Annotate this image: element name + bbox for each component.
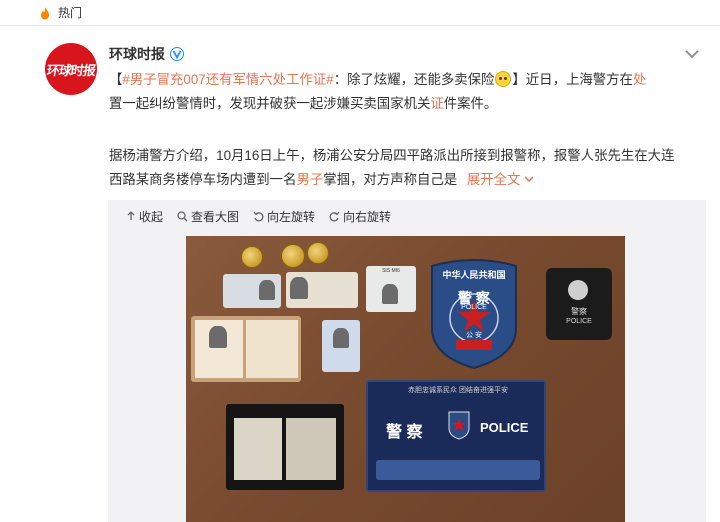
- rotate-left-button[interactable]: 向左旋转: [253, 208, 315, 225]
- hot-label: 热门: [58, 6, 83, 20]
- post-text: 西路某商务楼停车场内遭到一名: [109, 172, 297, 187]
- rotate-right-button[interactable]: 向右旋转: [329, 208, 391, 225]
- work-certificate: [191, 316, 301, 382]
- police-wallet: 警察 POLICE: [546, 268, 612, 340]
- verified-v-icon: [170, 47, 184, 61]
- chevron-down-icon: [524, 176, 534, 183]
- post-text: 据杨浦警方介绍，10月16日上午，杨浦公安分局四平路派出所接到报警称，报警人张先…: [109, 148, 675, 163]
- post-text: ：除了炫耀，还能多卖保险: [333, 72, 495, 87]
- badge-coin-1: [241, 246, 263, 268]
- mi6-card-text: SIS MI6: [382, 268, 400, 274]
- collapse-button[interactable]: 收起: [126, 208, 163, 225]
- keyword-highlight: 男子: [296, 172, 324, 187]
- police-plate: 赤胆忠诚系民众 团结奋进强平安 警 察 POLICE: [366, 380, 546, 492]
- fire-icon: [41, 6, 49, 19]
- rotate-right-icon: [329, 211, 340, 221]
- media-panel: 收起 查看大图 向左旋转 向右旋转 SIS MI6 中华人民共和国 警 察 PO…: [108, 200, 706, 522]
- post-text: 】近日，上海警方在: [512, 72, 633, 87]
- rotate-right-label: 向右旋转: [343, 209, 392, 224]
- seized-documents-photo[interactable]: SIS MI6 中华人民共和国 警 察 POLICE 公 安 警察 POLICE…: [186, 236, 625, 522]
- keyword-highlight: 证: [430, 96, 444, 111]
- expand-full-text-link[interactable]: 展开全文: [467, 172, 534, 187]
- emoji-icon: [495, 71, 512, 87]
- author-row: 环球时报: [109, 45, 184, 63]
- view-large-label: 查看大图: [191, 209, 240, 224]
- hot-section-header: 热门: [0, 0, 720, 26]
- chevron-down-icon[interactable]: [684, 48, 700, 60]
- media-toolbar: 收起 查看大图 向左旋转 向右旋转: [108, 200, 706, 232]
- post-text-line-3: 据杨浦警方介绍，10月16日上午，杨浦公安分局四平路派出所接到报警称，报警人张先…: [109, 144, 674, 168]
- id-holder-wallet: [226, 404, 344, 490]
- mi6-card: SIS MI6: [366, 266, 416, 312]
- police-emblem-icon: [448, 411, 470, 440]
- post-text-line-4: 西路某商务楼停车场内遭到一名男子掌掴，对方声称自己是 展开全文: [109, 168, 534, 192]
- badge-coin-3: [307, 242, 329, 264]
- avatar[interactable]: 环球时报: [45, 43, 97, 95]
- patch-police-text: POLICE: [461, 304, 487, 311]
- patch-country-text: 中华人民共和国: [442, 270, 506, 280]
- author-name[interactable]: 环球时报: [109, 44, 165, 64]
- post-text-line-1: 【#男子冒充007还有军情六处工作证#：除了炫耀，还能多卖保险 】近日，上海警方在…: [109, 68, 646, 92]
- id-card-1: [223, 274, 281, 308]
- magnifier-icon: [177, 210, 188, 221]
- arrow-up-icon: [127, 211, 135, 220]
- post-text: 件案件。: [443, 96, 498, 111]
- wallet-police-text: POLICE: [566, 318, 592, 325]
- plate-jingcha-text: 警 察: [386, 424, 423, 441]
- id-card-2: [286, 272, 358, 308]
- rotate-left-label: 向左旋转: [267, 209, 316, 224]
- patch-ministry-text: 公 安: [466, 332, 482, 339]
- collapse-label: 收起: [139, 209, 164, 224]
- post-text: 掌掴，对方声称自己是: [323, 172, 458, 187]
- bracket-open: 【: [109, 72, 123, 87]
- rotate-left-icon: [253, 211, 264, 221]
- expand-label: 展开全文: [466, 172, 521, 187]
- plate-police-text: POLICE: [480, 420, 529, 435]
- badge-coin-2: [281, 244, 305, 268]
- avatar-logo-text: 环球时报: [45, 63, 96, 79]
- blue-id-card: [322, 320, 360, 372]
- post-text: 置一起纠纷警情时，发现并破获一起涉嫌买卖国家机关: [109, 96, 431, 111]
- plate-slogan-text: 赤胆忠诚系民众 团结奋进强平安: [408, 387, 508, 394]
- post-text-line-2: 置一起纠纷警情时，发现并破获一起涉嫌买卖国家机关证件案件。: [109, 92, 497, 116]
- keyword-highlight: 处: [632, 72, 647, 87]
- hashtag-link[interactable]: #男子冒充007还有军情六处工作证#: [122, 72, 333, 87]
- weibo-feed-page: 热门 环球时报 环球时报 【#男子冒充007还有军情六处工作证#：除了炫耀，还能…: [0, 0, 720, 522]
- view-large-button[interactable]: 查看大图: [177, 208, 239, 225]
- wallet-jingcha-text: 警察: [571, 307, 587, 316]
